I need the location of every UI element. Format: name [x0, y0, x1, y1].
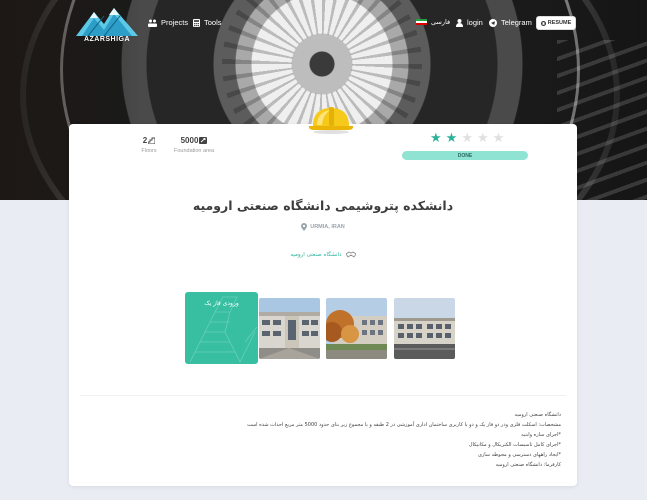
description-line: *اجرای کامل تاسیسات الکتریکال و مکانیکال	[468, 442, 561, 448]
telegram-icon	[489, 18, 497, 27]
description-line: *ایجاد راههای دسترسی و محوطه سازی	[477, 452, 561, 458]
location-label: URMIA, IRAN	[310, 224, 345, 230]
map-pin-icon	[301, 223, 308, 231]
phase-one-label: ورودی فاز یک	[204, 300, 239, 307]
status-badge: DONE	[402, 151, 528, 160]
project-location: URMIA, IRAN	[69, 223, 577, 231]
description-line: *اجرای سازه وابنیه	[521, 432, 561, 438]
star-filled-icon: ★	[430, 131, 442, 146]
projects-icon	[148, 19, 157, 27]
language-label: فارسی	[431, 18, 451, 26]
iran-flag-icon	[416, 18, 427, 26]
resume-button[interactable]: RESUME	[536, 16, 576, 30]
nav-telegram-label: Telegram	[501, 18, 532, 27]
nav-telegram[interactable]: Telegram	[489, 18, 532, 27]
star-empty-icon: ★	[476, 131, 489, 146]
project-description: دانشگاه صنعتی ارومیه مشخصات: اسکلت فلزی …	[200, 410, 561, 470]
client-label: دانشگاه صنعتی ارومیه	[290, 251, 342, 258]
page-title: دانشکده پتروشیمی دانشگاه صنعتی ارومیه	[192, 198, 454, 213]
floors-value: 2	[142, 136, 148, 145]
area-value: 5000	[180, 136, 199, 145]
star-filled-icon: ★	[445, 131, 458, 146]
project-photo[interactable]	[326, 298, 387, 359]
nav-login-label: login	[467, 18, 483, 27]
area-icon	[199, 137, 208, 144]
phase-one-tile[interactable]: ورودی فاز یک	[185, 292, 258, 364]
description-line: مشخصات: اسکلت فلزی ودر دو فاز یک و دو با…	[247, 422, 561, 428]
building-photo-icon	[259, 298, 320, 359]
description-line: کارفرما: دانشگاه صنعتی ارومیه	[495, 462, 561, 468]
client-link[interactable]: دانشگاه صنعتی ارومیه	[69, 251, 577, 258]
area-stat: 5000 Foundation area	[172, 136, 216, 154]
helmet-icon	[308, 107, 354, 134]
project-photo[interactable]	[259, 298, 320, 359]
nav-tools-label: Tools	[204, 18, 222, 27]
handshake-icon	[345, 251, 356, 258]
brand-logo[interactable]: AZARSHIGA	[74, 6, 140, 46]
language-switch[interactable]: فارسی	[416, 18, 450, 26]
nav-projects-label: Projects	[161, 18, 189, 27]
building-photo-icon	[326, 298, 387, 359]
building-photo-icon	[394, 298, 455, 359]
brand-name: AZARSHIGA	[83, 36, 131, 43]
star-empty-icon: ★	[461, 131, 473, 146]
star-empty-icon: ★	[492, 131, 505, 146]
calculator-icon	[193, 18, 200, 27]
nav-login[interactable]: login	[456, 18, 483, 27]
nav-projects[interactable]: Projects	[148, 18, 188, 27]
area-label: Foundation area	[173, 148, 215, 154]
floors-label: Floors	[141, 148, 157, 154]
nav-tools[interactable]: Tools	[193, 18, 222, 27]
section-divider	[80, 395, 566, 396]
resume-label: RESUME	[547, 20, 572, 26]
mountain-logo-icon	[76, 8, 138, 37]
description-line: دانشگاه صنعتی ارومیه	[514, 412, 561, 418]
stairs-icon	[148, 137, 156, 144]
rating-stars: ★ ★ ★ ★ ★	[430, 132, 504, 145]
user-icon	[456, 18, 463, 27]
project-photo[interactable]	[394, 298, 455, 359]
floors-stat: 2 Floors	[138, 136, 160, 154]
document-icon	[540, 20, 546, 26]
